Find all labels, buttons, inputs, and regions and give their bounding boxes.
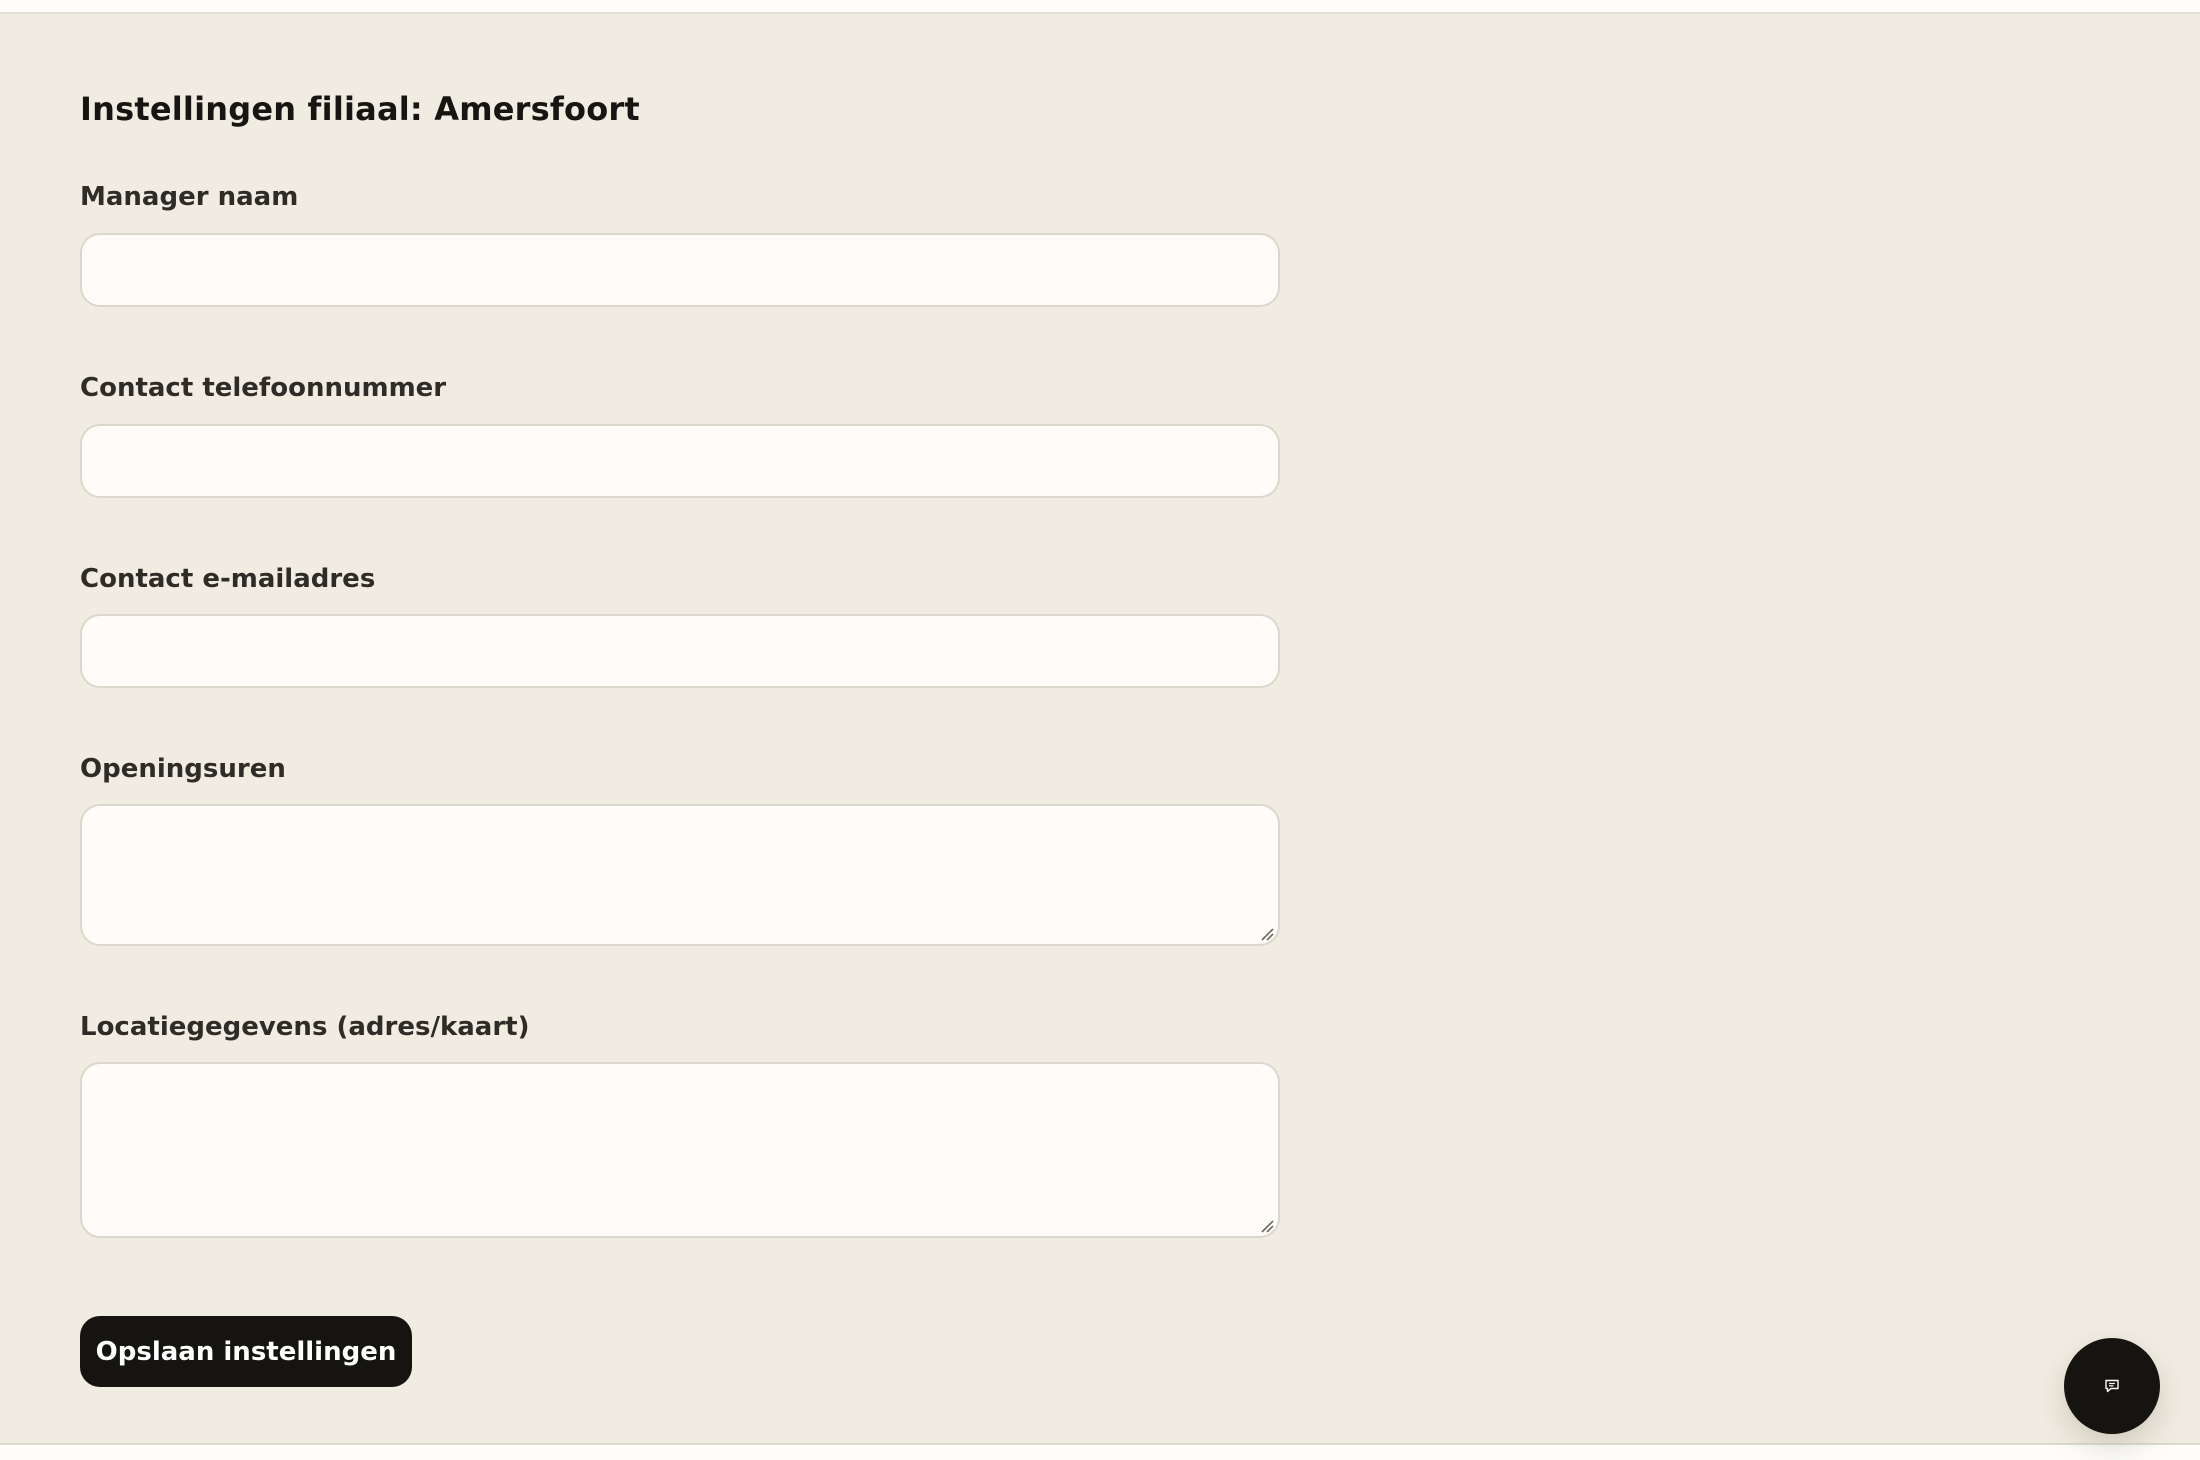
manager-name-label: Manager naam [80, 182, 299, 212]
page-title: Instellingen filiaal: Amersfoort [80, 90, 640, 128]
opening-hours-textarea[interactable] [80, 804, 1280, 946]
contact-email-input[interactable] [80, 614, 1280, 688]
contact-phone-input[interactable] [80, 424, 1280, 498]
manager-name-input[interactable] [80, 233, 1280, 307]
branch-settings-panel: Instellingen filiaal: Amersfoort Manager… [0, 14, 2200, 1445]
save-settings-button[interactable]: Opslaan instellingen [80, 1316, 412, 1387]
location-details-label: Locatiegegevens (adres/kaart) [80, 1012, 530, 1042]
contact-email-label: Contact e-mailadres [80, 564, 376, 594]
chat-button[interactable] [2064, 1338, 2160, 1434]
chat-bubble-icon [2105, 1379, 2119, 1393]
top-divider [0, 0, 2200, 14]
opening-hours-label: Openingsuren [80, 754, 286, 784]
contact-phone-label: Contact telefoonnummer [80, 373, 447, 403]
location-details-textarea[interactable] [80, 1062, 1280, 1238]
